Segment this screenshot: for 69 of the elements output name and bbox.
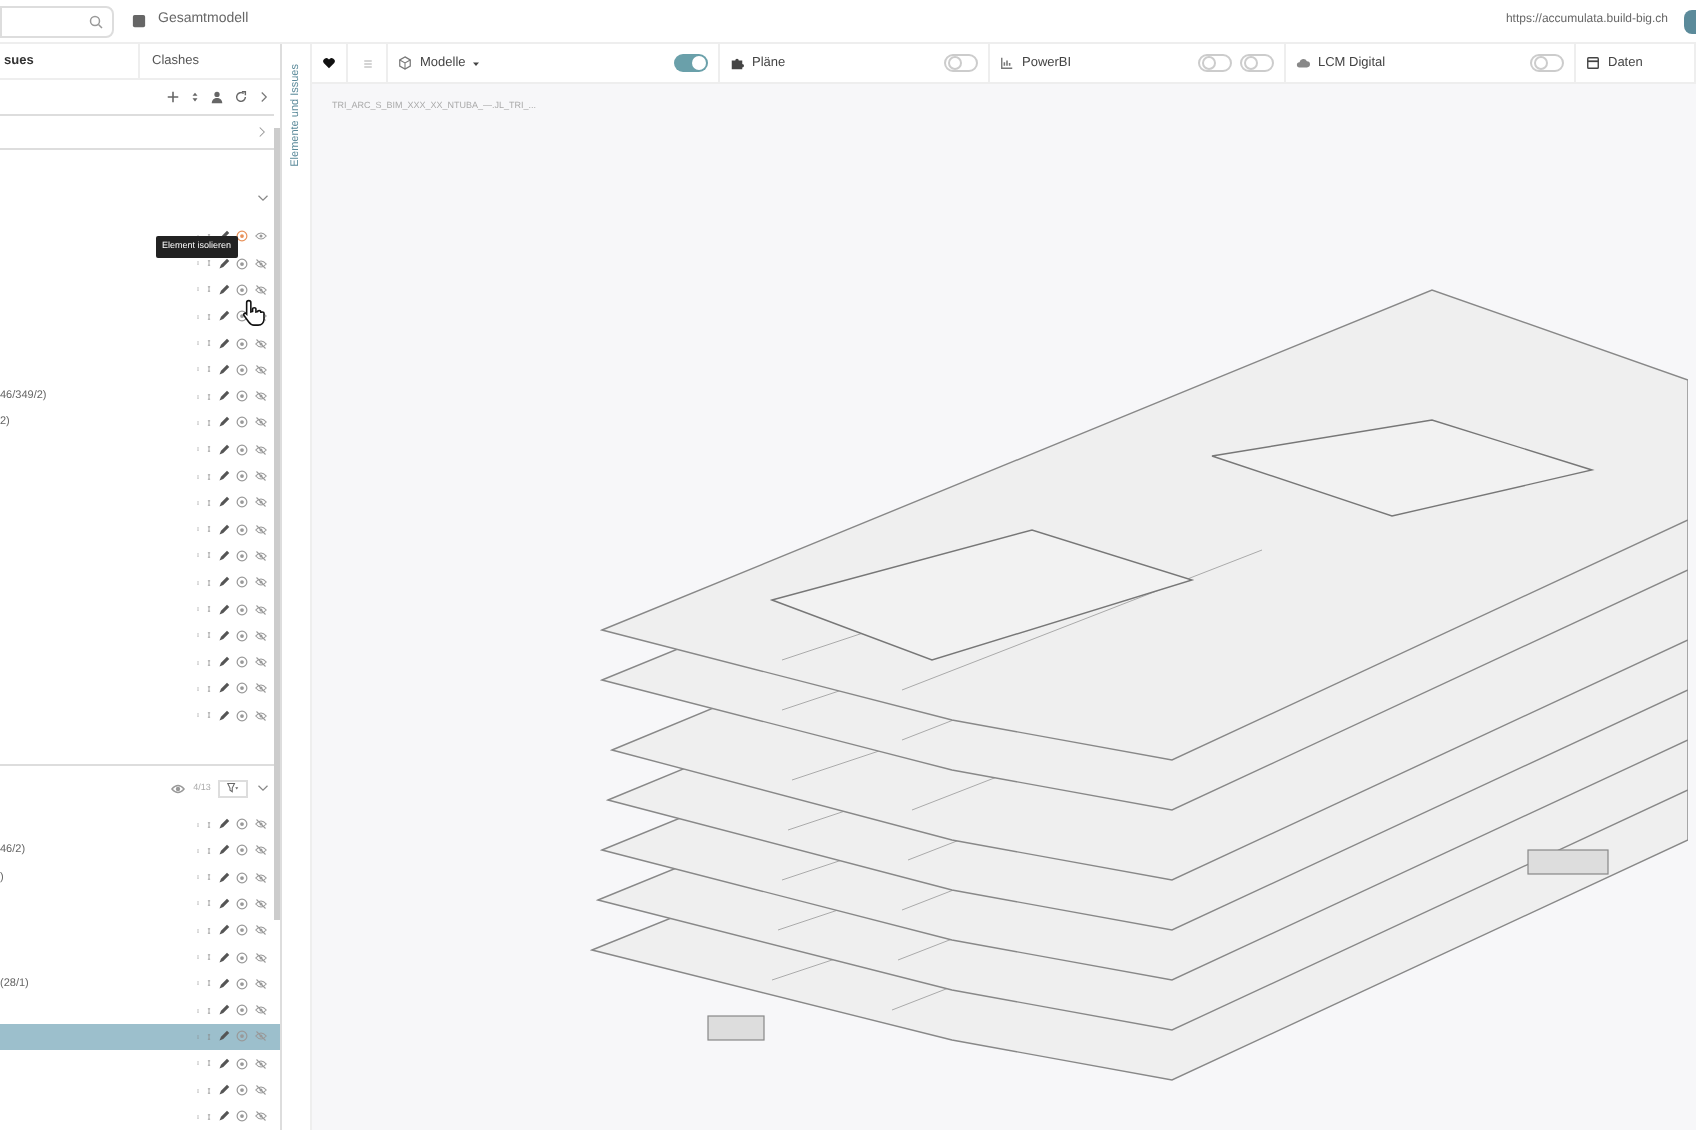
cloud-icon — [1296, 56, 1310, 70]
pencil-icon[interactable] — [218, 576, 231, 589]
eye-slash-icon[interactable] — [254, 709, 269, 722]
chevron-right-icon[interactable] — [258, 90, 271, 105]
target-icon[interactable] — [236, 230, 249, 243]
hand-cursor-icon — [240, 296, 268, 328]
eye-slash-icon[interactable] — [254, 496, 269, 509]
eye-slash-icon[interactable] — [254, 549, 269, 562]
eye-slash-icon[interactable] — [254, 576, 269, 589]
eye-slash-icon[interactable] — [254, 897, 269, 910]
eye-slash-icon[interactable] — [254, 416, 269, 429]
eye-slash-icon[interactable] — [254, 1110, 269, 1123]
eye-slash-icon[interactable] — [254, 924, 269, 937]
eye-slash-icon[interactable] — [254, 871, 269, 884]
search-icon — [88, 13, 104, 29]
filter-field[interactable] — [0, 114, 275, 151]
toggle-switch[interactable] — [1240, 54, 1274, 72]
eye-slash-icon[interactable] — [254, 363, 269, 376]
toggle-switch[interactable] — [1198, 54, 1232, 72]
pencil-icon[interactable] — [218, 310, 231, 323]
eye-slash-icon[interactable] — [254, 470, 269, 483]
puzzle-icon — [730, 56, 744, 70]
calendar-icon — [1586, 56, 1600, 70]
toggle-switch[interactable] — [944, 54, 978, 72]
filter-button[interactable] — [218, 779, 249, 798]
heart-icon[interactable] — [322, 56, 336, 70]
eye-slash-icon[interactable] — [254, 443, 269, 456]
eye-slash-icon[interactable] — [254, 1084, 269, 1097]
eye-slash-icon[interactable] — [254, 283, 269, 296]
pencil-icon[interactable] — [218, 443, 231, 456]
eye-slash-icon[interactable] — [254, 1057, 269, 1070]
pencil-icon[interactable] — [218, 1057, 231, 1070]
toggle-switch[interactable] — [674, 54, 708, 72]
eye-slash-icon[interactable] — [254, 337, 269, 350]
refresh-icon[interactable] — [234, 90, 249, 105]
eye-slash-icon[interactable] — [254, 1004, 269, 1017]
target-icon[interactable] — [236, 310, 249, 323]
plus-icon[interactable] — [166, 90, 181, 105]
menu-button[interactable] — [1684, 9, 1696, 33]
search-field[interactable] — [0, 5, 114, 37]
pencil-icon[interactable] — [218, 709, 231, 722]
chart-icon — [1000, 56, 1014, 70]
text-cursor-icon[interactable] — [206, 256, 213, 271]
pencil-icon[interactable] — [218, 924, 231, 937]
eye-slash-icon[interactable] — [254, 977, 269, 990]
eye-icon[interactable] — [254, 230, 269, 243]
eye-slash-icon[interactable] — [254, 818, 269, 831]
eye-icon[interactable] — [169, 781, 186, 796]
scrollbar[interactable] — [274, 128, 281, 920]
eye-slash-icon[interactable] — [254, 951, 269, 964]
eye-slash-icon[interactable] — [254, 844, 269, 857]
eye-slash-icon[interactable] — [254, 390, 269, 403]
sort-icon[interactable] — [190, 90, 201, 105]
toggle-switch[interactable] — [1530, 54, 1564, 72]
chevron-down-icon[interactable] — [256, 782, 271, 795]
eye-slash-icon[interactable] — [254, 523, 269, 536]
chevron-down-icon[interactable] — [256, 191, 271, 204]
building-icon — [132, 14, 146, 28]
eye-slash-icon[interactable] — [254, 603, 269, 616]
eye-slash-icon[interactable] — [254, 656, 269, 669]
list-icon[interactable] — [361, 57, 373, 69]
chevron-right-icon — [256, 124, 269, 141]
eye-slash-icon[interactable] — [254, 1030, 269, 1043]
eye-slash-icon[interactable] — [254, 629, 269, 642]
cube-icon — [398, 56, 412, 70]
person-icon[interactable] — [210, 90, 225, 105]
filter-icon — [224, 782, 243, 795]
eye-slash-icon[interactable] — [254, 257, 269, 270]
eye-slash-icon[interactable] — [254, 682, 269, 695]
